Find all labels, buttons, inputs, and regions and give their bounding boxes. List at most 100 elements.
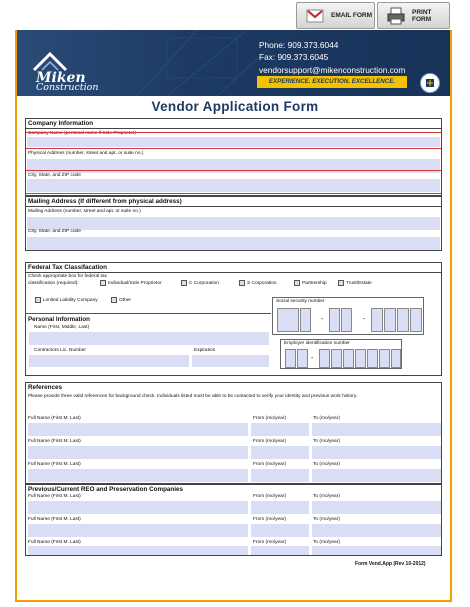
ein-digit-input[interactable] (297, 349, 308, 368)
seal-icon (420, 73, 440, 93)
slogan-badge: EXPERIENCE. EXECUTION. EXCELLENCE. (257, 76, 407, 88)
prev1-name-input[interactable] (28, 501, 248, 514)
prev3-name-input[interactable] (28, 546, 248, 555)
ref2-from-input[interactable] (251, 446, 309, 459)
ein-digit-input[interactable] (391, 349, 401, 368)
fax-text: Fax: 909.373.6045 (259, 52, 329, 63)
prev3-to-label: To (mo/year) (313, 540, 340, 545)
ein-digit-input[interactable] (355, 349, 366, 368)
divider (26, 313, 271, 314)
required-outline (26, 193, 441, 194)
prev3-name-label: Full Name (First M. Last) (28, 540, 81, 545)
ref2-to-input[interactable] (312, 446, 441, 459)
ref2-to-label: To (mo/year) (313, 439, 340, 444)
logo-line-2: Construction (36, 82, 99, 93)
ref3-name-input[interactable] (28, 469, 248, 482)
company-info-heading: Company Information (26, 119, 441, 129)
previous-heading: Previous/Current REO and Preservation Co… (28, 486, 184, 493)
ssn-digit-input[interactable] (277, 308, 299, 332)
print-form-label: PRINT FORM (412, 8, 432, 23)
mailing-city-label: City, State, and ZIP code (28, 229, 81, 234)
prev2-name-label: Full Name (First M. Last) (28, 517, 81, 522)
tax-check-label-1: Check appropriate box for federal tax (28, 274, 107, 279)
ref1-to-input[interactable] (312, 423, 441, 436)
ssn-digit-input[interactable] (341, 308, 352, 332)
email-text: vendorsupport@mikenconstruction.com (259, 64, 406, 75)
ein-digit-input[interactable] (331, 349, 342, 368)
required-outline (26, 132, 441, 133)
ref2-name-input[interactable] (28, 446, 248, 459)
prev2-from-input[interactable] (251, 524, 309, 537)
ref1-name-label: Full Name (First M. Last) (28, 416, 81, 421)
city-state-zip-field[interactable]: City, State, and ZIP code (26, 172, 441, 192)
checkbox-trust-estate[interactable] (338, 280, 344, 286)
ein-digit-input[interactable] (285, 349, 296, 368)
city-state-zip-input[interactable] (27, 179, 440, 192)
email-form-button[interactable]: EMAIL FORM (296, 2, 375, 29)
checkbox-partnership[interactable] (294, 280, 300, 286)
personal-name-input[interactable] (29, 332, 269, 345)
mailing-city-field[interactable]: City, State, and ZIP code (26, 228, 441, 250)
option-trust-estate: Trust/Estate (346, 281, 372, 286)
ref3-to-input[interactable] (312, 469, 441, 482)
tax-check-label-2: classification (required): (28, 281, 79, 286)
license-number-input[interactable] (29, 355, 189, 367)
ssn-box: Social security number - - (272, 297, 424, 335)
expiration-input[interactable] (192, 355, 269, 367)
option-llc: Limited Liability Company (43, 298, 98, 303)
prev1-from-input[interactable] (251, 501, 309, 514)
mailing-city-input[interactable] (27, 237, 440, 250)
ref1-name-input[interactable] (28, 423, 248, 436)
checkbox-other[interactable] (111, 297, 117, 303)
physical-address-label: Physical Address (number, street and apt… (28, 151, 144, 156)
ein-digit-input[interactable] (343, 349, 354, 368)
ssn-label: Social security number (276, 299, 325, 304)
ein-label: Employer identification number (284, 341, 350, 346)
prev3-to-input[interactable] (312, 546, 441, 555)
ein-digit-input[interactable] (379, 349, 390, 368)
form-title: Vendor Application Form (151, 99, 319, 114)
ssn-digit-input[interactable] (397, 308, 409, 332)
references-instructions: Please provide three valid references fo… (28, 394, 358, 399)
ref1-to-label: To (mo/year) (313, 416, 340, 421)
mailing-address-field[interactable]: Mailing Address (number, street and apt.… (26, 208, 441, 230)
checkbox-c-corporation[interactable] (181, 280, 187, 286)
previous-companies-section: Previous/Current REO and Preservation Co… (25, 484, 442, 556)
prev3-from-label: From (mo/year) (253, 540, 287, 545)
ref1-from-input[interactable] (251, 423, 309, 436)
prev1-to-input[interactable] (312, 501, 441, 514)
email-form-label: EMAIL FORM (331, 12, 373, 19)
print-form-button[interactable]: PRINT FORM (377, 2, 450, 29)
option-sole-proprietor: Individual/Sole Proprietor (108, 281, 162, 286)
ref3-from-input[interactable] (251, 469, 309, 482)
ein-digit-input[interactable] (319, 349, 330, 368)
ref1-from-label: From (mo/year) (253, 416, 287, 421)
checkbox-llc[interactable] (35, 297, 41, 303)
personal-name-label: Name (First, Middle, Last) (34, 325, 90, 330)
email-icon (305, 6, 325, 26)
ein-dash: - (311, 355, 314, 362)
ref3-name-label: Full Name (First M. Last) (28, 462, 81, 467)
checkbox-sole-proprietor[interactable] (100, 280, 106, 286)
prev2-name-input[interactable] (28, 524, 248, 537)
ein-digit-input[interactable] (367, 349, 378, 368)
prev2-to-input[interactable] (312, 524, 441, 537)
mailing-address-section: Mailing Address (If different from physi… (25, 196, 442, 251)
federal-tax-heading: Federal Tax Classifacation (26, 263, 441, 273)
option-partnership: Partnership (302, 281, 327, 286)
ssn-digit-input[interactable] (329, 308, 340, 332)
prev2-to-label: To (mo/year) (313, 517, 340, 522)
ssn-digit-input[interactable] (371, 308, 383, 332)
references-heading: References (28, 384, 62, 391)
ssn-digit-input[interactable] (384, 308, 396, 332)
prev3-from-input[interactable] (251, 546, 309, 555)
ssn-dash: - (321, 316, 324, 323)
ref3-from-label: From (mo/year) (253, 462, 287, 467)
prev1-to-label: To (mo/year) (313, 494, 340, 499)
ssn-digit-input[interactable] (300, 308, 311, 332)
company-name-input[interactable] (27, 137, 440, 147)
checkbox-s-corporation[interactable] (239, 280, 245, 286)
prev2-from-label: From (mo/year) (253, 517, 287, 522)
option-other: Other (119, 298, 131, 303)
ssn-digit-input[interactable] (410, 308, 422, 332)
